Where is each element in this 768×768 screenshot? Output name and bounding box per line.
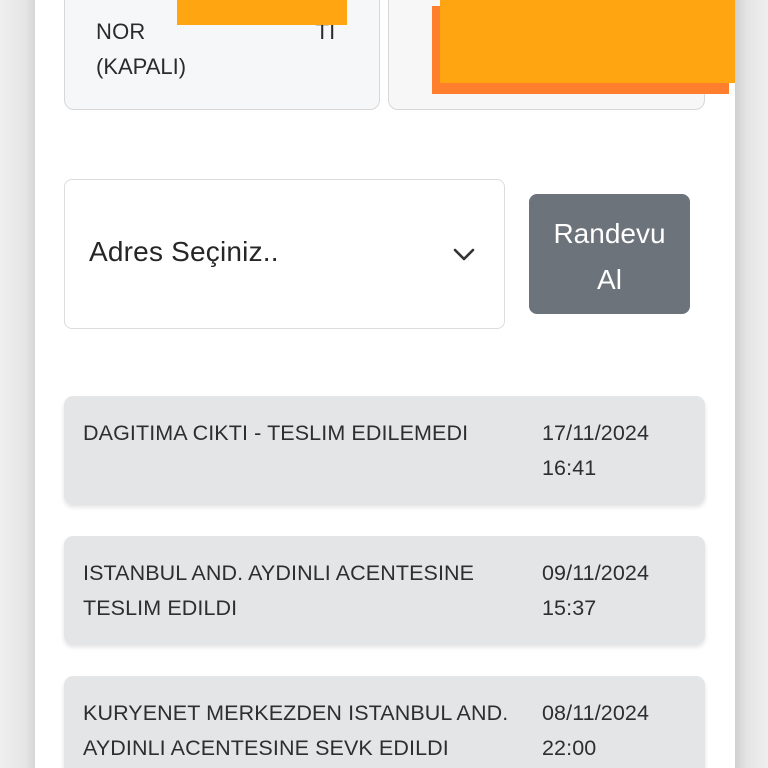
appointment-button[interactable]: Randevu Al [529, 194, 690, 314]
history-status: DAGITIMA CIKTI - TESLIM EDILEMEDI [83, 421, 469, 445]
history-item: KURYENET MERKEZDEN ISTANBUL AND. AYDINLI… [64, 676, 705, 768]
right-window-edge [735, 0, 768, 768]
history-item: DAGITIMA CIKTI - TESLIM EDILEMEDI 17/11/… [64, 396, 705, 504]
history-time-value: 15:37 [542, 596, 597, 620]
shipment-status-prefix: NOR [96, 19, 146, 44]
shipment-state-text: (KAPALI) [96, 54, 187, 79]
redacted-recipient-name [177, 0, 347, 25]
shipment-status-card: NOR TI (KAPALI) [64, 0, 380, 110]
history-time-value: 22:00 [542, 736, 597, 760]
shipment-tracking-page: NOR TI (KAPALI) Adres Seçiniz.. Randevu A… [35, 0, 735, 768]
history-date: 09/11/2024 15:37 [542, 556, 692, 626]
history-date: 17/11/2024 16:41 [542, 416, 692, 486]
address-select[interactable]: Adres Seçiniz.. [64, 179, 505, 329]
address-select-placeholder: Adres Seçiniz.. [89, 236, 279, 267]
history-status: ISTANBUL AND. AYDINLI ACENTESINE TESLIM … [83, 561, 475, 620]
history-date-value: 17/11/2024 [542, 421, 650, 445]
redacted-detail-tail [720, 71, 735, 83]
left-window-edge [0, 0, 35, 768]
history-date-value: 09/11/2024 [542, 561, 650, 585]
history-item: ISTANBUL AND. AYDINLI ACENTESINE TESLIM … [64, 536, 705, 644]
history-date: 08/11/2024 22:00 [542, 696, 692, 766]
chevron-down-icon [453, 248, 475, 261]
history-date-value: 08/11/2024 [542, 701, 650, 725]
redacted-detail-block [440, 0, 735, 83]
history-status: KURYENET MERKEZDEN ISTANBUL AND. AYDINLI… [83, 701, 509, 760]
history-time-value: 16:41 [542, 456, 597, 480]
